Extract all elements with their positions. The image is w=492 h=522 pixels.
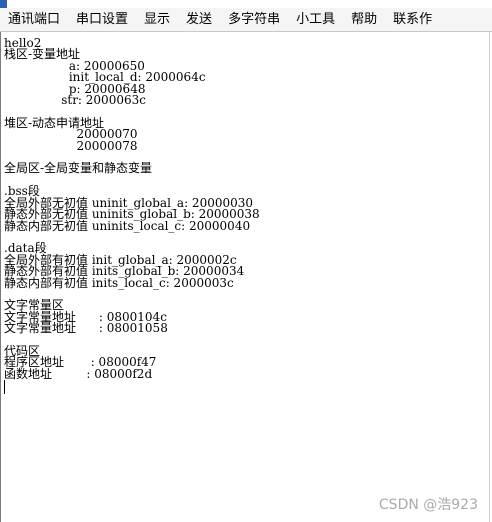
terminal-line: 静态内部有初值 inits_local_c: 2000003c — [4, 275, 234, 290]
menu-bar: 通讯端口 串口设置 显示 发送 多字符串 小工具 帮助 联系作 — [0, 8, 492, 32]
terminal-line: 全局区-全局变量和静态变量 — [4, 161, 153, 176]
csdn-watermark: CSDN @浩923 — [378, 497, 478, 513]
menu-display[interactable]: 显示 — [136, 9, 178, 31]
menu-tools[interactable]: 小工具 — [288, 9, 343, 31]
window-title-bar — [0, 0, 492, 8]
terminal-line: 20000078 — [4, 138, 138, 153]
receive-text-area[interactable]: hello2 栈区-变量地址 a: 20000650 init_local_d:… — [0, 32, 490, 522]
terminal-line: 静态内部无初值 uninits_local_c: 20000040 — [4, 218, 251, 233]
text-cursor — [4, 380, 5, 395]
menu-comm-port[interactable]: 通讯端口 — [0, 9, 68, 31]
menu-send[interactable]: 发送 — [178, 9, 220, 31]
app-icon — [0, 0, 7, 8]
menu-help[interactable]: 帮助 — [343, 9, 385, 31]
terminal-line: 文字常量地址 : 08001058 — [4, 321, 168, 336]
terminal-output: hello2 栈区-变量地址 a: 20000650 init_local_d:… — [1, 32, 489, 395]
menu-multi-string[interactable]: 多字符串 — [220, 9, 288, 31]
menu-contact[interactable]: 联系作 — [385, 9, 440, 31]
terminal-line: str: 2000063c — [4, 93, 146, 108]
terminal-line: 函数地址 : 08000f2d — [4, 366, 153, 381]
menu-serial-settings[interactable]: 串口设置 — [68, 9, 136, 31]
